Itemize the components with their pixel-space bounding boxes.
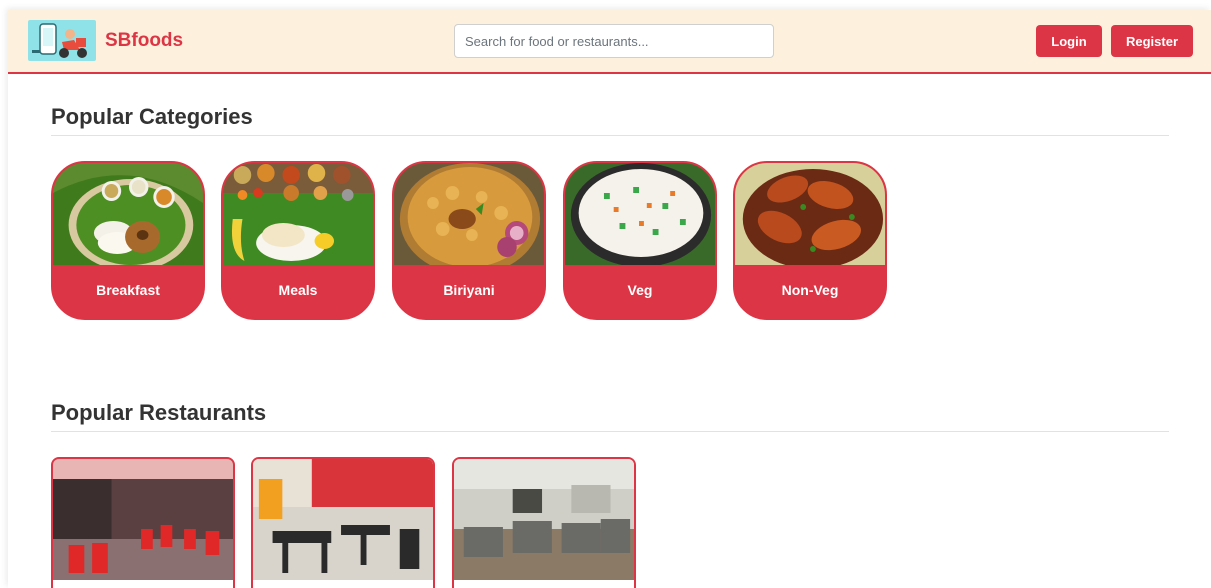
category-card-breakfast[interactable]: Breakfast: [51, 161, 205, 320]
category-label: Veg: [627, 281, 653, 298]
brand[interactable]: SBfoods: [28, 20, 183, 61]
categories-divider: [51, 135, 1169, 136]
login-button[interactable]: Login: [1036, 25, 1102, 57]
restaurant-card[interactable]: [452, 457, 636, 588]
restaurant-image: [253, 459, 433, 580]
veg-image: [565, 163, 715, 265]
categories-title: Popular Categories: [51, 104, 253, 129]
breakfast-image: [53, 163, 203, 265]
register-button[interactable]: Register: [1111, 25, 1193, 57]
restaurant-card[interactable]: [251, 457, 435, 588]
page: SBfoods Login Register Popular Categorie…: [8, 10, 1211, 588]
category-card-veg[interactable]: Veg: [563, 161, 717, 320]
restaurant-card[interactable]: [51, 457, 235, 588]
non-veg-image: [735, 163, 885, 265]
brand-name: SBfoods: [105, 29, 184, 51]
category-label: Non-Veg: [781, 281, 839, 298]
category-card-biriyani[interactable]: Biriyani: [392, 161, 546, 320]
restaurants-divider: [51, 431, 1169, 432]
delivery-logo-icon: [28, 20, 96, 61]
meals-image: [223, 163, 373, 265]
restaurants-title: Popular Restaurants: [51, 400, 267, 425]
category-card-meals[interactable]: Meals: [221, 161, 375, 320]
category-label: Meals: [278, 281, 318, 298]
search-input[interactable]: [454, 24, 774, 58]
restaurant-image: [53, 459, 233, 580]
biriyani-image: [394, 163, 544, 265]
category-label: Breakfast: [96, 281, 160, 298]
category-label: Biriyani: [443, 281, 495, 298]
category-card-non-veg[interactable]: Non-Veg: [733, 161, 887, 320]
restaurant-image: [454, 459, 634, 580]
navbar: SBfoods Login Register: [8, 10, 1211, 74]
